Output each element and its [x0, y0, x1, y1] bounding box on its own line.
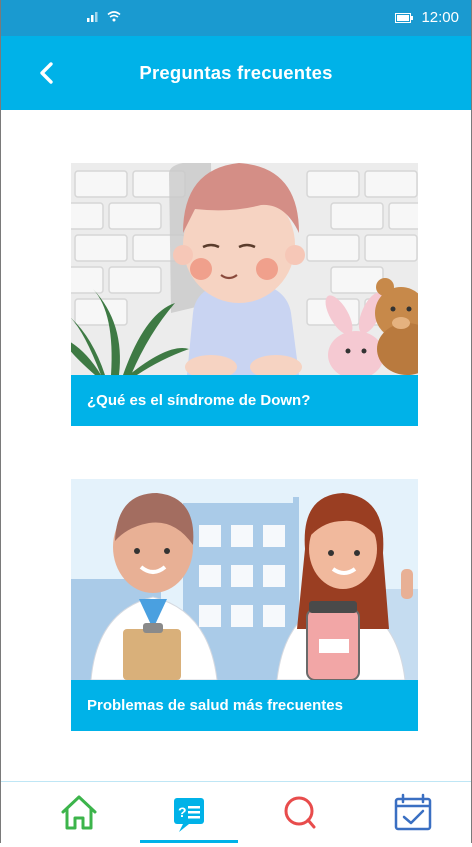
page-title: Preguntas frecuentes — [139, 62, 333, 83]
faq-card-health-problems[interactable]: Problemas de salud más frecuentes — [71, 479, 418, 731]
nav-faq[interactable]: ? — [159, 782, 219, 842]
calendar-check-icon — [394, 793, 432, 831]
faq-card-down-syndrome[interactable]: ¿Qué es el síndrome de Down? — [71, 163, 418, 426]
svg-text:?: ? — [178, 804, 187, 820]
card-label: Problemas de salud más frecuentes — [71, 680, 418, 731]
baby-illustration — [71, 163, 418, 375]
nav-search[interactable] — [269, 782, 329, 842]
faq-icon: ? — [174, 798, 204, 832]
search-icon — [284, 796, 316, 829]
nav-calendar[interactable] — [383, 782, 443, 842]
status-bar: 12:00 — [1, 0, 471, 36]
doctors-illustration — [71, 479, 418, 680]
nav-home[interactable] — [49, 782, 109, 842]
app-screen: 12:00 Preguntas frecuentes ¿Qué es el sí… — [0, 0, 472, 844]
status-time: 12:00 — [421, 9, 459, 26]
signal-icon — [87, 11, 98, 22]
home-icon — [61, 795, 97, 830]
battery-icon — [395, 12, 414, 23]
bottom-navigation: ? — [1, 781, 471, 844]
app-header: 12:00 Preguntas frecuentes — [1, 0, 471, 110]
status-indicators — [87, 11, 121, 22]
status-right: 12:00 — [395, 9, 459, 26]
wifi-icon — [107, 11, 121, 22]
header-row: Preguntas frecuentes — [1, 36, 471, 110]
card-label: ¿Qué es el síndrome de Down? — [71, 375, 418, 426]
